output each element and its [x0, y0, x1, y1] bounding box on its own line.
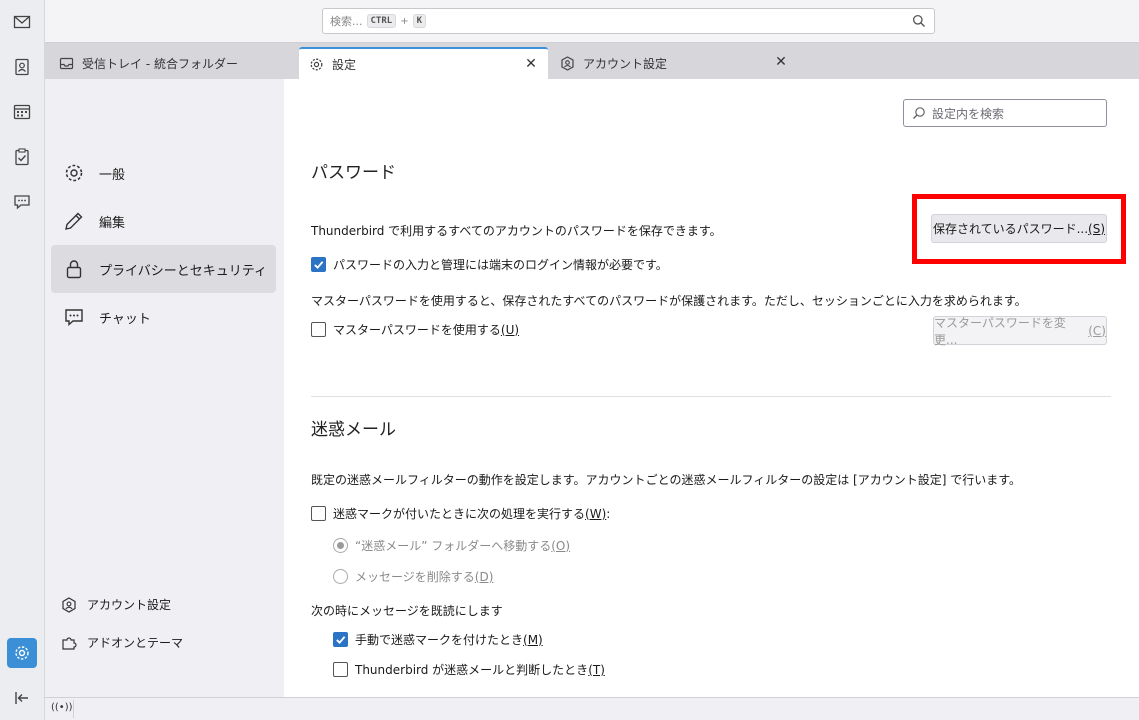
junk-action-checkbox[interactable]	[311, 506, 326, 521]
sidebar-link-addons-label: アドオンとテーマ	[87, 636, 184, 650]
mark-read-manual-row[interactable]: 手動で迷惑マークを付けたとき (M)	[333, 631, 543, 648]
category-chat[interactable]: チャット	[51, 293, 276, 341]
settings-sidebar: 一般 編集 プライバシーとセキュリティ チャット アカウント設定 アドオンとテー…	[45, 79, 284, 697]
junk-delete-radio-row[interactable]: メッセージを削除する (D)	[333, 568, 493, 585]
mark-read-auto-row[interactable]: Thunderbird が迷惑メールと判断したとき (T)	[333, 661, 605, 678]
junk-description: 既定の迷惑メールフィルターの動作を設定します。アカウントごとの迷惑メールフィルタ…	[311, 473, 1021, 487]
tab-strip: 受信トレイ - 統合フォルダー 設定 ✕ アカウント設定 ✕	[45, 43, 1139, 79]
tab-account-settings-label: アカウント設定	[583, 56, 668, 71]
global-search-input[interactable]: 検索... CTRL + K	[322, 8, 935, 34]
close-icon[interactable]: ✕	[772, 53, 790, 71]
tab-settings[interactable]: 設定 ✕	[299, 47, 548, 79]
junk-move-radio[interactable]	[333, 538, 348, 553]
calendar-icon[interactable]	[7, 97, 37, 127]
sidebar-link-account-label: アカウント設定	[87, 598, 172, 612]
change-master-label: マスターパスワードを変更...	[934, 315, 1066, 347]
search-icon	[913, 107, 925, 119]
chat-icon	[65, 309, 83, 327]
category-privacy-security[interactable]: プライバシーとセキュリティ	[51, 245, 276, 293]
mark-read-heading: 次の時にメッセージを既読にします	[311, 604, 503, 618]
highlight-box	[912, 194, 1126, 264]
status-divider	[73, 700, 74, 718]
mark-read-manual-checkbox[interactable]	[333, 632, 348, 647]
inbox-icon	[59, 57, 74, 69]
sidebar-link-addons[interactable]: アドオンとテーマ	[61, 634, 183, 651]
online-status-icon[interactable]: ((•))	[51, 702, 73, 713]
junk-delete-accesskey: (D)	[474, 569, 494, 584]
tab-settings-label: 設定	[332, 57, 357, 72]
top-bar: 検索... CTRL + K	[45, 0, 1139, 43]
collapse-icon[interactable]	[7, 683, 37, 713]
category-general[interactable]: 一般	[51, 149, 276, 197]
lock-icon	[66, 260, 82, 279]
tasks-icon[interactable]	[7, 142, 37, 172]
checkmark-icon	[314, 261, 324, 270]
junk-move-label: “迷惑メール” フォルダーへ移動する	[355, 539, 552, 553]
chat-icon[interactable]	[7, 187, 37, 217]
category-compose[interactable]: 編集	[51, 197, 276, 245]
tab-inbox[interactable]: 受信トレイ - 統合フォルダー	[49, 47, 297, 79]
settings-gear-icon[interactable]	[7, 638, 37, 668]
category-compose-label: 編集	[99, 215, 126, 231]
tab-inbox-label: 受信トレイ - 統合フォルダー	[82, 56, 238, 71]
search-placeholder: 検索...	[330, 15, 363, 28]
mark-read-auto-checkbox[interactable]	[333, 662, 348, 677]
section-divider	[311, 396, 1111, 397]
junk-move-accesskey: (O)	[551, 538, 571, 553]
category-privacy-label: プライバシーとセキュリティ	[99, 263, 267, 279]
mail-icon[interactable]	[7, 7, 37, 37]
account-icon	[561, 55, 574, 71]
puzzle-icon	[62, 636, 77, 650]
mark-read-auto-accesskey: (T)	[588, 662, 605, 677]
password-heading: パスワード	[311, 163, 396, 183]
shortcut-key-ctrl: CTRL	[366, 14, 397, 28]
category-chat-label: チャット	[99, 311, 151, 327]
junk-move-radio-row[interactable]: “迷惑メール” フォルダーへ移動する (O)	[333, 537, 570, 554]
junk-delete-radio[interactable]	[333, 569, 348, 584]
master-password-description: マスターパスワードを使用すると、保存されたすべてのパスワードが保護されます。ただ…	[311, 294, 1027, 308]
sidebar-link-account-settings[interactable]: アカウント設定	[61, 596, 171, 613]
password-description: Thunderbird で利用するすべてのアカウントのパスワードを保存できます。	[311, 224, 722, 238]
status-bar: ((•))	[45, 697, 1139, 720]
junk-delete-label: メッセージを削除する	[355, 570, 475, 584]
tab-account-settings[interactable]: アカウント設定 ✕	[550, 47, 798, 79]
change-master-password-button[interactable]: マスターパスワードを変更... (C)	[933, 315, 1107, 347]
account-icon	[62, 596, 76, 613]
settings-search-placeholder: 設定内を検索	[932, 106, 1005, 121]
os-auth-checkbox-row[interactable]: パスワードの入力と管理には端末のログイン情報が必要です。	[311, 256, 668, 273]
pencil-icon	[65, 212, 83, 230]
close-icon[interactable]: ✕	[522, 55, 540, 73]
mark-read-manual-accesskey: (M)	[523, 632, 543, 647]
address-book-icon[interactable]	[7, 52, 37, 82]
shortcut-key-k: K	[412, 14, 426, 28]
shortcut-plus: +	[400, 15, 409, 27]
category-general-label: 一般	[99, 167, 126, 183]
gear-icon	[65, 164, 83, 182]
settings-search-input[interactable]: 設定内を検索	[903, 99, 1107, 127]
mark-read-manual-label: 手動で迷惑マークを付けたとき	[355, 633, 524, 647]
os-auth-checkbox[interactable]	[311, 257, 326, 272]
os-auth-label: パスワードの入力と管理には端末のログイン情報が必要です。	[333, 258, 668, 272]
checkmark-icon	[336, 636, 346, 645]
gear-icon	[310, 58, 323, 70]
spaces-toolbar	[0, 0, 45, 720]
use-master-password-row[interactable]: マスターパスワードを使用する (U)	[311, 321, 519, 338]
use-master-password-checkbox[interactable]	[311, 322, 326, 337]
change-master-accesskey: (C)	[1088, 323, 1106, 338]
use-master-accesskey: (U)	[500, 322, 520, 337]
junk-heading: 迷惑メール	[311, 420, 396, 440]
junk-action-row[interactable]: 迷惑マークが付いたときに次の処理を実行する (W):	[311, 505, 610, 522]
use-master-password-label: マスターパスワードを使用する	[333, 323, 501, 337]
mark-read-auto-label: Thunderbird が迷惑メールと判断したとき	[355, 663, 589, 677]
junk-action-accesskey: (W)	[585, 506, 607, 521]
junk-action-label: 迷惑マークが付いたときに次の処理を実行する	[333, 507, 586, 521]
settings-main: 設定内を検索 パスワード Thunderbird で利用するすべてのアカウントの…	[284, 79, 1139, 697]
search-icon[interactable]	[912, 14, 926, 28]
